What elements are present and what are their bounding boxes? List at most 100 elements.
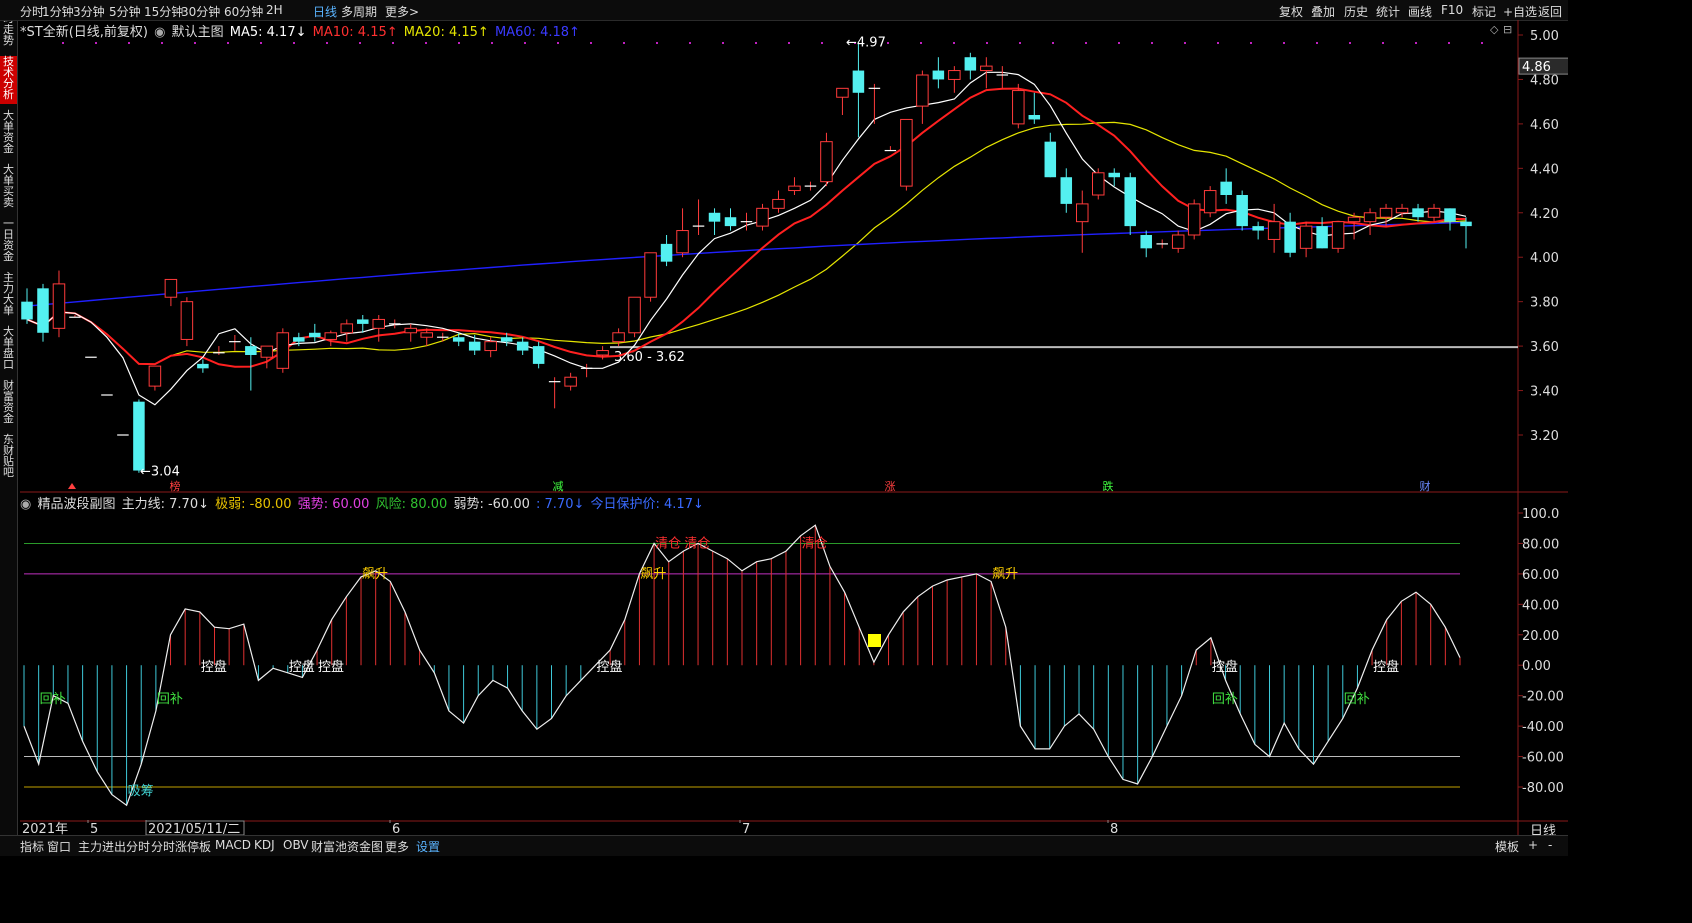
bottom-right-0[interactable]: 模板 [1495,838,1519,855]
main-force-line [23,524,1461,807]
candle-down [133,401,145,471]
dot-marker [1250,42,1252,44]
dot-marker [392,42,394,44]
time-axis-label: 2021年 [22,822,68,835]
candle-up [836,87,849,98]
dot-marker [1118,42,1120,44]
osc-signal-label: 控盘 [596,659,622,675]
osc-signal-label: 回补 [40,692,66,707]
dot-marker [755,42,757,44]
candle-down [452,337,465,342]
bottom-tab-7[interactable]: 财富池资金图 [311,838,383,855]
dot-marker [1481,42,1483,44]
bottom-right-1[interactable]: + [1528,838,1538,852]
candle-up [1171,234,1185,249]
osc-axis-label: -40.00 [1522,720,1564,735]
candle-down [293,337,305,342]
bottom-tab-2[interactable]: 主力进出分时 [78,838,150,855]
event-mark: 减 [553,480,564,493]
price-axis-label: 5.00 [1530,29,1559,44]
candle-up [372,318,386,329]
dot-marker [689,42,691,44]
candle-down [468,341,481,351]
candle-up [1299,225,1313,249]
signal-square [868,634,881,647]
dot-marker [557,42,559,44]
time-axis-label: 7 [742,822,750,835]
dot-marker [359,42,361,44]
osc-signal-label: 飙升 [992,566,1018,582]
bottom-tab-4[interactable]: MACD [215,838,251,852]
bottom-tab-0[interactable]: 指标 [20,838,44,855]
candle-down [1236,195,1248,227]
price-axis-label: 3.60 [1530,340,1559,355]
dot-marker [1052,42,1054,44]
price-axis-label: 4.60 [1530,118,1559,133]
bottom-tab-3[interactable]: 分时涨停板 [151,838,211,855]
candle-down [357,319,369,324]
candle-up [900,118,913,187]
osc-axis-label: 40.00 [1522,598,1559,613]
price-axis-label: 3.40 [1530,385,1559,400]
dot-marker [656,42,658,44]
candle-down [245,346,257,355]
candle-up [164,278,178,298]
osc-signal-label: 吸筹 [128,783,154,799]
dot-marker [920,42,922,44]
dot-marker [722,42,724,44]
candle-up [756,207,769,227]
osc-signal-label: 控盘 [318,659,344,675]
bottom-tab-6[interactable]: OBV [283,838,309,852]
range-annotation: 3.60 - 3.62 [614,350,685,365]
candle-up [1347,216,1361,223]
time-axis-label: 8 [1110,822,1118,835]
bottom-tab-1[interactable]: 窗口 [47,838,71,855]
dot-marker [326,42,328,44]
candle-down [1460,221,1472,227]
bottom-tab-8[interactable]: 更多 [385,838,409,855]
candle-down [660,243,673,262]
candle-up [1187,203,1201,236]
osc-signal-label: 回补 [1344,692,1370,707]
candle-up [1091,172,1105,196]
dot-marker [95,42,97,44]
candle-down [724,217,737,227]
osc-signal-label: 控盘 [289,659,315,675]
candle-up [1203,190,1217,214]
dot-marker [227,42,229,44]
candle-up [260,345,274,358]
time-axis-label: 6 [392,822,400,835]
dot-marker [1283,42,1285,44]
event-mark: 财 [1420,479,1431,493]
kline-chart[interactable]: 5.00 4.80 4.60 4.40 4.20 4.00 3.80 3.60 3.40 3.20… [0,0,1568,835]
candle-up [788,185,801,192]
candle-up [1331,221,1345,249]
dot-marker [590,42,592,44]
candle-down [500,337,513,342]
dot-marker [1184,42,1186,44]
candle-up [404,327,417,334]
period-label: 日线 [1530,824,1556,835]
osc-signal-label: 清仓 [684,536,710,551]
price-axis-label: 3.20 [1530,429,1559,444]
dot-marker [1349,42,1351,44]
candle-up [644,252,657,298]
price-axis-label: 4.00 [1530,251,1559,266]
osc-signal-label: 控盘 [1212,659,1238,675]
osc-axis-label: 60.00 [1522,568,1559,583]
candle-down [1140,235,1152,249]
bottom-tab-5[interactable]: KDJ [254,838,275,852]
candle-down [708,212,721,222]
price-axis-label: 3.80 [1530,296,1559,311]
candle-down [1412,208,1424,218]
candle-up [1379,207,1393,218]
candle-down [197,363,209,369]
bottom-right-2[interactable]: - [1548,838,1552,852]
osc-axis-label: -60.00 [1522,751,1564,766]
osc-signal-label: 飙升 [640,566,666,582]
candle-up [420,332,433,338]
candle-up [1395,207,1409,214]
bottom-tab-9[interactable]: 设置 [416,838,440,855]
osc-signal-label: 回补 [1212,692,1238,707]
dot-marker [293,42,295,44]
